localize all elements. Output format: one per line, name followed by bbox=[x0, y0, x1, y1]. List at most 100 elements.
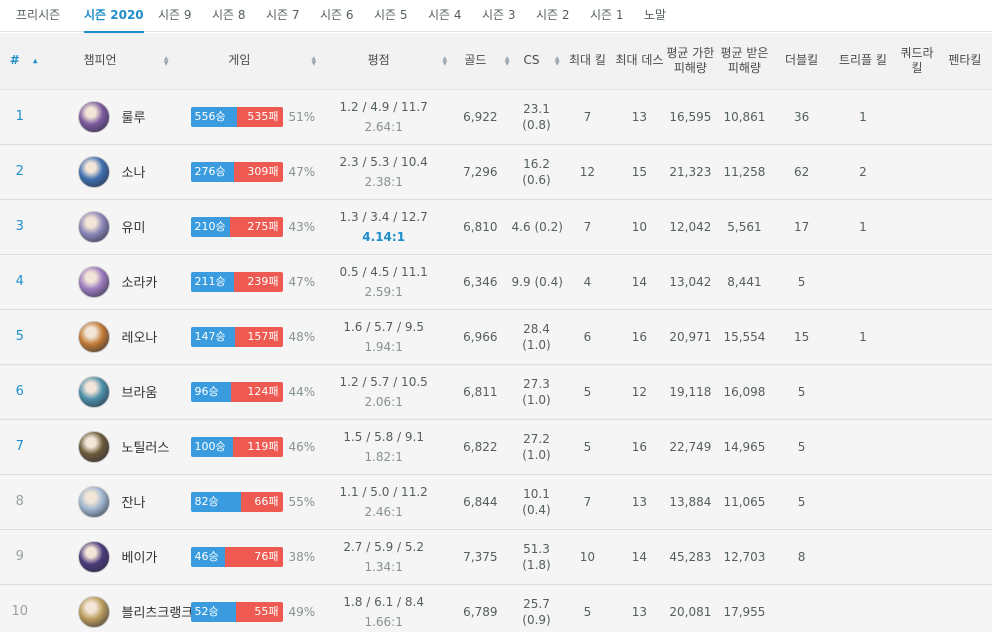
penta-kill-cell bbox=[938, 584, 992, 632]
tab-season-2[interactable]: 시즌 2 bbox=[536, 0, 570, 32]
header-quadra-kill[interactable]: 쿼드라 킬 bbox=[896, 33, 938, 90]
max-deaths-cell: 12 bbox=[631, 384, 648, 399]
champion-portrait[interactable] bbox=[77, 375, 110, 408]
games-cell: 82승 66패 55% bbox=[171, 474, 319, 529]
table-row[interactable]: 6 브라움 96승 124패 44% 1.2 / 5.7 / 10.5 2.06:1 6,81… bbox=[0, 364, 992, 419]
penta-kill-cell bbox=[938, 474, 992, 529]
tab-preseason[interactable]: 프리시즌 bbox=[16, 0, 60, 32]
tab-season-1[interactable]: 시즌 1 bbox=[590, 0, 624, 32]
max-kills-cell: 4 bbox=[583, 274, 592, 289]
header-gold[interactable]: 골드 ▲ ▼ bbox=[449, 33, 512, 90]
win-rate: 44% bbox=[288, 384, 316, 399]
champion-portrait[interactable] bbox=[77, 430, 110, 463]
table-row[interactable]: 2 소나 276승 309패 47% 2.3 / 5.3 / 10.4 2.38:1 7,29… bbox=[0, 144, 992, 199]
champion-portrait[interactable] bbox=[77, 210, 110, 243]
tab-season-5[interactable]: 시즌 5 bbox=[374, 0, 408, 32]
tab-season-3[interactable]: 시즌 3 bbox=[482, 0, 516, 32]
champion-name[interactable]: 잔나 bbox=[122, 492, 146, 511]
champion-name[interactable]: 브라움 bbox=[122, 382, 158, 401]
champion-name[interactable]: 노틸러스 bbox=[122, 437, 170, 456]
max-kills-cell: 6 bbox=[583, 329, 592, 344]
quadra-kill-cell bbox=[896, 254, 938, 309]
cs-value: 10.1 bbox=[523, 486, 550, 501]
kda-average: 0.5 / 4.5 / 11.1 bbox=[339, 264, 428, 279]
header-rank[interactable]: # ▲ bbox=[0, 33, 40, 90]
tab-season-8[interactable]: 시즌 8 bbox=[212, 0, 246, 32]
table-header-row: # ▲ 챔피언 ▲ ▼ 게임 ▲ ▼ 평점 ▲ ▼ 골드 ▲ ▼ CS ▲ ▼ 최대 킬 최대 데스 … bbox=[0, 33, 992, 90]
table-row[interactable]: 3 유미 210승 275패 43% 1.3 / 3.4 / 12.7 4.14:1 6,81… bbox=[0, 199, 992, 254]
kda-ratio: 1.82:1 bbox=[364, 449, 403, 464]
win-rate: 38% bbox=[288, 549, 316, 564]
games-cell: 210승 275패 43% bbox=[171, 199, 319, 254]
wins-count: 82승 bbox=[190, 491, 242, 512]
table-row[interactable]: 10 블리츠크랭크 52승 55패 49% 1.8 / 6.1 / 8.4 1.66:1 6,… bbox=[0, 584, 992, 632]
table-row[interactable]: 1 룰루 556승 535패 51% 1.2 / 4.9 / 11.7 2.64:1 6,92… bbox=[0, 89, 992, 144]
tab-season-2020[interactable]: 시즌 2020 bbox=[84, 0, 144, 33]
kda-average: 1.5 / 5.8 / 9.1 bbox=[343, 429, 424, 444]
header-max-deaths[interactable]: 최대 데스 bbox=[613, 33, 666, 90]
champion-name[interactable]: 유미 bbox=[122, 217, 146, 236]
header-kda[interactable]: 평점 ▲ ▼ bbox=[318, 33, 450, 90]
champion-portrait[interactable] bbox=[77, 595, 110, 628]
champion-name[interactable]: 블리츠크랭크 bbox=[122, 602, 194, 621]
rank-cell: 5 bbox=[15, 329, 24, 344]
champion-portrait[interactable] bbox=[77, 265, 110, 298]
win-loss-bar: 46승 76패 bbox=[190, 546, 283, 567]
table-row[interactable]: 9 베이가 46승 76패 38% 2.7 / 5.9 / 5.2 1.34:1 7,375 5… bbox=[0, 529, 992, 584]
champion-portrait[interactable] bbox=[77, 540, 110, 573]
header-games[interactable]: 게임 ▲ ▼ bbox=[170, 33, 319, 90]
rank-cell: 6 bbox=[15, 384, 24, 399]
tab-season-4[interactable]: 시즌 4 bbox=[428, 0, 462, 32]
champion-name[interactable]: 룰루 bbox=[122, 107, 146, 126]
kda-cell: 0.5 / 4.5 / 11.1 2.59:1 bbox=[318, 254, 449, 309]
tab-season-6[interactable]: 시즌 6 bbox=[320, 0, 354, 32]
champion-name[interactable]: 소라카 bbox=[122, 272, 158, 291]
table-row[interactable]: 5 레오나 147승 157패 48% 1.6 / 5.7 / 9.5 1.94:1 6,96… bbox=[0, 309, 992, 364]
champion-portrait[interactable] bbox=[77, 485, 110, 518]
champion-portrait[interactable] bbox=[77, 155, 110, 188]
champion-portrait[interactable] bbox=[77, 100, 110, 133]
cs-value: 23.1 bbox=[523, 101, 550, 116]
champion-cell: 블리츠크랭크 bbox=[40, 584, 193, 632]
win-loss-bar: 147승 157패 bbox=[190, 326, 283, 347]
win-rate: 46% bbox=[288, 439, 316, 454]
gold-cell: 6,922 bbox=[463, 109, 498, 124]
header-double-kill[interactable]: 더블킬 bbox=[773, 33, 830, 90]
avg-dealt-cell: 19,118 bbox=[669, 384, 712, 399]
rank-cell: 10 bbox=[11, 604, 29, 619]
table-row[interactable]: 8 잔나 82승 66패 55% 1.1 / 5.0 / 11.2 2.46:1 6,844 1… bbox=[0, 474, 992, 529]
wins-count: 96승 bbox=[190, 381, 231, 402]
losses-count: 275패 bbox=[230, 216, 283, 237]
penta-kill-cell bbox=[938, 364, 992, 419]
double-kill-cell: 5 bbox=[797, 439, 806, 454]
double-kill-cell: 5 bbox=[797, 494, 806, 509]
header-champion[interactable]: 챔피언 ▲ ▼ bbox=[39, 33, 171, 90]
table-row[interactable]: 4 소라카 211승 239패 47% 0.5 / 4.5 / 11.1 2.59:1 6,3… bbox=[0, 254, 992, 309]
penta-kill-cell bbox=[938, 254, 992, 309]
header-penta-kill[interactable]: 펜타킬 bbox=[937, 33, 992, 90]
header-max-kills[interactable]: 최대 킬 bbox=[561, 33, 614, 90]
champion-name[interactable]: 소나 bbox=[122, 162, 146, 181]
tab-normal[interactable]: 노말 bbox=[644, 0, 666, 32]
kda-ratio: 4.14:1 bbox=[362, 229, 406, 244]
kda-cell: 1.1 / 5.0 / 11.2 2.46:1 bbox=[318, 474, 449, 529]
avg-dealt-cell: 21,323 bbox=[669, 164, 712, 179]
champion-portrait[interactable] bbox=[77, 320, 110, 353]
win-rate: 48% bbox=[288, 329, 316, 344]
win-rate: 51% bbox=[288, 109, 316, 124]
cs-cell: 51.3 (1.8) bbox=[512, 529, 562, 584]
cs-per-min: (0.8) bbox=[522, 117, 551, 132]
header-cs[interactable]: CS ▲ ▼ bbox=[511, 33, 562, 90]
header-avg-taken[interactable]: 평균 받은 피해량 bbox=[715, 33, 774, 90]
avg-dealt-cell: 12,042 bbox=[669, 219, 712, 234]
cs-cell: 25.7 (0.9) bbox=[512, 584, 562, 632]
win-loss-bar: 210승 275패 bbox=[190, 216, 283, 237]
wins-count: 276승 bbox=[190, 161, 234, 182]
header-avg-dealt[interactable]: 평균 가한 피해량 bbox=[665, 33, 716, 90]
champion-name[interactable]: 레오나 bbox=[122, 327, 158, 346]
tab-season-9[interactable]: 시즌 9 bbox=[158, 0, 192, 32]
header-triple-kill[interactable]: 트리플 킬 bbox=[829, 33, 897, 90]
table-row[interactable]: 7 노틸러스 100승 119패 46% 1.5 / 5.8 / 9.1 1.82:1 6,8… bbox=[0, 419, 992, 474]
champion-name[interactable]: 베이가 bbox=[122, 547, 158, 566]
tab-season-7[interactable]: 시즌 7 bbox=[266, 0, 300, 32]
